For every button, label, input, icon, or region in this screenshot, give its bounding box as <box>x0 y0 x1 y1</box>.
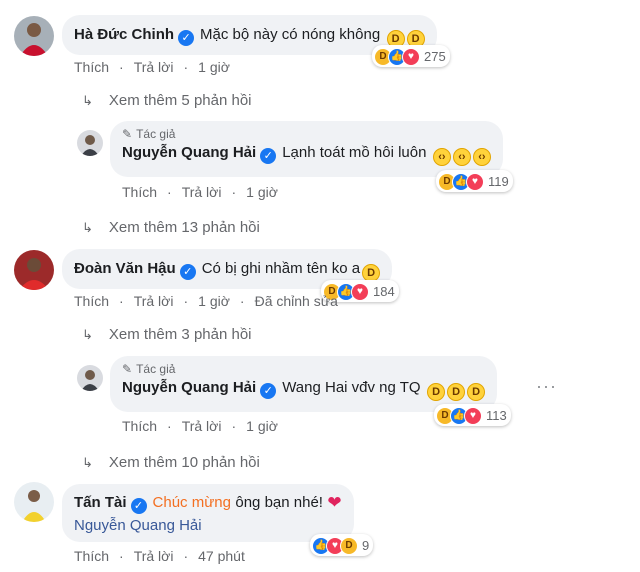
like-button[interactable]: Thích <box>122 184 157 200</box>
sad-emoji: ‹› <box>452 148 471 166</box>
reply-button[interactable]: Trả lời <box>134 293 174 309</box>
view-more-replies[interactable]: ↳ Xem thêm 5 phản hồi <box>82 92 252 109</box>
reaction-summary[interactable]: D 👍 ♥ 275 <box>372 45 450 67</box>
reply-arrow-icon: ↳ <box>82 220 93 235</box>
comment-text: Có bị ghi nhầm tên ko a <box>201 260 361 277</box>
commenter-name[interactable]: Đoàn Văn Hậu <box>74 260 176 277</box>
heart-emoji: ❤ <box>327 493 342 512</box>
verified-icon: ✓ <box>179 264 196 280</box>
reply-arrow-icon: ↳ <box>82 93 93 108</box>
timestamp[interactable]: 1 giờ <box>198 293 230 309</box>
author-badge-label: Tác giả <box>136 127 176 141</box>
haha-reaction: D <box>340 536 358 555</box>
like-button[interactable]: Thích <box>122 418 157 434</box>
view-more-replies[interactable]: ↳ Xem thêm 13 phản hồi <box>82 219 260 236</box>
verified-icon: ✓ <box>260 148 277 164</box>
like-button[interactable]: Thích <box>74 293 109 309</box>
commenter-name[interactable]: Nguyễn Quang Hải <box>122 144 256 161</box>
reaction-summary[interactable]: D 👍 ♥ 119 <box>436 170 513 192</box>
verified-icon: ✓ <box>178 30 195 46</box>
highlighted-text: Chúc mừng <box>152 494 231 511</box>
avatar[interactable] <box>14 482 54 522</box>
like-button[interactable]: Thích <box>74 59 109 75</box>
mention-link[interactable]: Nguyễn Quang Hải <box>74 517 202 534</box>
love-reaction: ♥ <box>351 282 369 301</box>
verified-icon: ✓ <box>260 383 277 399</box>
reaction-count: 119 <box>488 174 509 189</box>
commenter-name[interactable]: Tấn Tài <box>74 494 127 511</box>
reaction-count: 9 <box>362 538 370 553</box>
avatar[interactable] <box>77 365 103 391</box>
reaction-count: 184 <box>373 284 395 299</box>
comment-actions: Thích · Trả lời · 1 giờ · Đã chỉnh sửa <box>74 293 338 309</box>
pencil-icon: ✎ <box>122 362 133 376</box>
view-more-label: Xem thêm 13 phản hồi <box>108 219 260 236</box>
comment-actions: Thích · Trả lời · 1 giờ <box>122 418 278 434</box>
comment-actions: Thích · Trả lời · 1 giờ <box>74 59 230 75</box>
love-reaction: ♥ <box>402 47 420 66</box>
timestamp[interactable]: 1 giờ <box>246 418 278 434</box>
reply-arrow-icon: ↳ <box>82 455 93 470</box>
sad-emoji: ‹› <box>432 148 451 166</box>
rofl-emoji: D <box>427 383 446 401</box>
avatar[interactable] <box>14 250 54 290</box>
pencil-icon: ✎ <box>122 127 133 141</box>
timestamp[interactable]: 47 phút <box>198 548 245 564</box>
timestamp[interactable]: 1 giờ <box>198 59 230 75</box>
commenter-name[interactable]: Nguyễn Quang Hải <box>122 379 256 396</box>
rofl-emoji: D <box>447 383 466 401</box>
view-more-label: Xem thêm 3 phản hồi <box>108 326 252 343</box>
commenter-name[interactable]: Hà Đức Chinh <box>74 26 174 43</box>
comment-bubble: Tấn Tài ✓ Chúc mừng ông bạn nhé! ❤ Nguyễn … <box>62 484 354 542</box>
comment-text: ông bạn nhé! <box>235 494 323 511</box>
author-badge: ✎ Tác giả <box>122 362 485 376</box>
comment-text: Lạnh toát mồ hôi luôn <box>282 144 427 161</box>
comment-actions: Thích · Trả lời · 47 phút <box>74 548 245 564</box>
reply-button[interactable]: Trả lời <box>134 59 174 75</box>
view-more-replies[interactable]: ↳ Xem thêm 3 phản hồi <box>82 326 252 343</box>
verified-icon: ✓ <box>130 498 147 514</box>
reply-button[interactable]: Trả lời <box>182 418 222 434</box>
comment-bubble: ✎ Tác giả Nguyễn Quang Hải ✓ Lạnh toát mồ h… <box>110 121 503 177</box>
reaction-summary[interactable]: 👍 ♥ D 9 <box>310 534 374 556</box>
reply-arrow-icon: ↳ <box>82 327 93 342</box>
sad-emoji: ‹› <box>472 148 491 166</box>
comment-text: Mặc bộ này có nóng không <box>200 26 381 43</box>
author-badge-label: Tác giả <box>136 362 176 376</box>
timestamp[interactable]: 1 giờ <box>246 184 278 200</box>
rofl-emoji: D <box>467 383 486 401</box>
avatar[interactable] <box>14 16 54 56</box>
view-more-replies[interactable]: ↳ Xem thêm 10 phản hồi <box>82 454 260 471</box>
reply-button[interactable]: Trả lời <box>182 184 222 200</box>
reaction-count: 113 <box>486 408 507 423</box>
comment-bubble: ✎ Tác giả Nguyễn Quang Hải ✓ Wang Hai vđv n… <box>110 356 498 412</box>
reaction-count: 275 <box>424 49 446 64</box>
edited-label[interactable]: Đã chỉnh sửa <box>255 293 338 309</box>
view-more-label: Xem thêm 5 phản hồi <box>108 92 252 109</box>
comment-text: Wang Hai vđv ng TQ <box>282 379 421 396</box>
comment-actions: Thích · Trả lời · 1 giờ <box>122 184 278 200</box>
love-reaction: ♥ <box>464 406 482 425</box>
love-reaction: ♥ <box>466 172 484 191</box>
reaction-summary[interactable]: D 👍 ♥ 113 <box>434 404 511 426</box>
more-options-icon[interactable]: ··· <box>536 376 557 397</box>
view-more-label: Xem thêm 10 phản hồi <box>108 454 260 471</box>
avatar[interactable] <box>77 130 103 156</box>
author-badge: ✎ Tác giả <box>122 127 491 141</box>
like-button[interactable]: Thích <box>74 548 109 564</box>
reply-button[interactable]: Trả lời <box>134 548 174 564</box>
